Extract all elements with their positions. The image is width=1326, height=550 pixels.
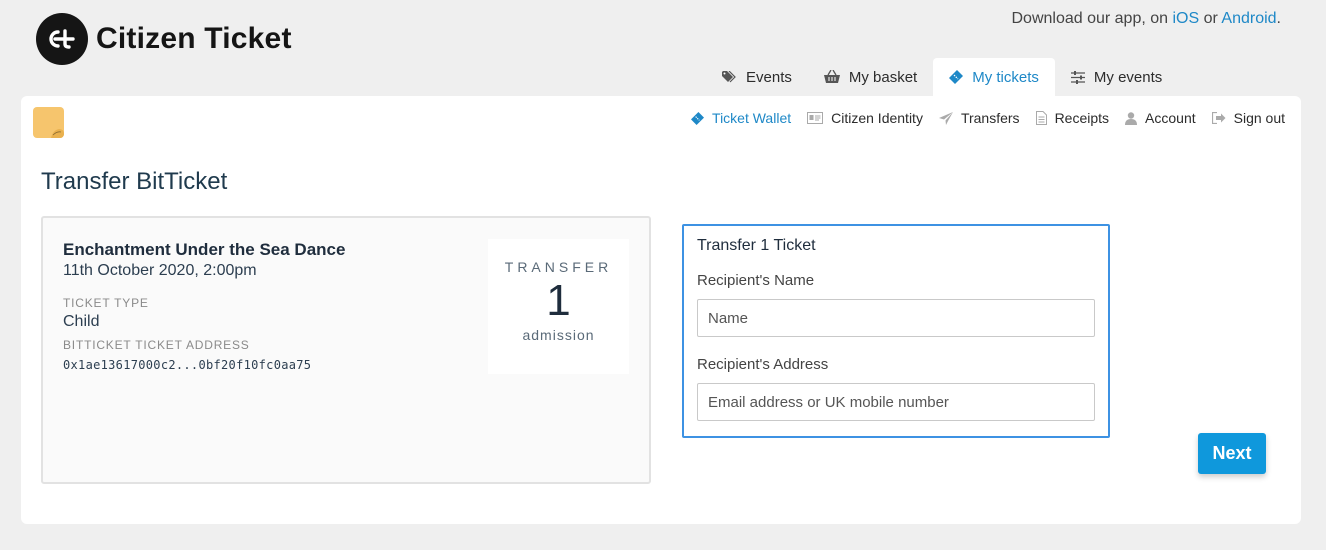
recipient-address-input[interactable] xyxy=(697,383,1095,421)
app-download-text: Download our app, on iOS or Android. xyxy=(1011,10,1281,28)
badge-admission-label: admission xyxy=(522,327,595,343)
subnav-citizen-identity[interactable]: Citizen Identity xyxy=(807,110,923,126)
transfer-form: Transfer 1 Ticket Recipient's Name Recip… xyxy=(682,224,1110,438)
brand-name: Citizen Ticket xyxy=(96,22,292,55)
subnav-transfers[interactable]: Transfers xyxy=(938,110,1020,126)
document-icon xyxy=(1035,111,1047,125)
subnav-ticket-wallet-label: Ticket Wallet xyxy=(712,110,792,126)
tab-my-basket[interactable]: My basket xyxy=(808,58,933,96)
ticket-type-label: TICKET TYPE xyxy=(63,296,149,310)
tab-my-events-label: My events xyxy=(1093,68,1163,86)
ticket-icon xyxy=(691,111,705,125)
subnav-account[interactable]: Account xyxy=(1125,110,1196,126)
id-card-icon xyxy=(807,112,824,124)
app-promo-suffix: . xyxy=(1276,10,1281,27)
event-name: Enchantment Under the Sea Dance xyxy=(63,240,346,259)
tab-events-label: Events xyxy=(746,68,792,86)
ticket-icon xyxy=(949,70,964,84)
tab-events[interactable]: Events xyxy=(706,58,808,96)
recipient-name-label: Recipient's Name xyxy=(697,272,815,289)
event-date: 11th October 2020, 2:00pm xyxy=(63,262,257,279)
tab-my-events[interactable]: My events xyxy=(1055,58,1178,96)
badge-count: 1 xyxy=(546,276,571,325)
subnav-account-label: Account xyxy=(1145,110,1196,126)
tags-icon xyxy=(722,70,736,82)
subnav-citizen-identity-label: Citizen Identity xyxy=(831,110,923,126)
main-card: Ticket Wallet Citizen Identity Transfers… xyxy=(21,96,1301,524)
subnav-receipts-label: Receipts xyxy=(1054,110,1110,126)
transfer-count-badge: TRANSFER 1 admission xyxy=(488,239,629,374)
app-promo-prefix: Download our app, on xyxy=(1011,10,1173,27)
android-link[interactable]: Android xyxy=(1221,10,1276,27)
subnav-sign-out-label: Sign out xyxy=(1233,110,1285,126)
account-subnav: Ticket Wallet Citizen Identity Transfers… xyxy=(675,110,1285,126)
ios-link[interactable]: iOS xyxy=(1172,10,1199,27)
badge-transfer-label: TRANSFER xyxy=(504,259,613,275)
ticket-type-value: Child xyxy=(63,313,100,330)
subnav-transfers-label: Transfers xyxy=(960,110,1020,126)
paper-plane-icon xyxy=(938,111,953,125)
recipient-address-label: Recipient's Address xyxy=(697,356,829,373)
sliders-icon xyxy=(1070,70,1085,84)
tab-my-tickets-label: My tickets xyxy=(972,68,1039,86)
app-promo-or: or xyxy=(1199,10,1222,27)
logo-mark-icon xyxy=(36,13,88,65)
main-tabs: Events My basket My tickets My events xyxy=(706,58,1178,96)
recipient-name-input[interactable] xyxy=(697,299,1095,337)
subnav-ticket-wallet[interactable]: Ticket Wallet xyxy=(691,110,791,126)
form-title: Transfer 1 Ticket xyxy=(697,237,816,254)
subnav-receipts[interactable]: Receipts xyxy=(1035,110,1110,126)
page-title: Transfer BitTicket xyxy=(41,168,228,195)
subnav-sign-out[interactable]: Sign out xyxy=(1211,110,1285,126)
ticket-summary-panel: Enchantment Under the Sea Dance 11th Oct… xyxy=(41,216,651,484)
user-icon xyxy=(1125,111,1138,125)
brand-logo[interactable]: Citizen Ticket xyxy=(36,13,292,65)
basket-icon xyxy=(823,70,840,83)
next-button[interactable]: Next xyxy=(1198,433,1266,474)
avatar[interactable] xyxy=(33,107,64,138)
sign-out-icon xyxy=(1211,112,1226,124)
tab-my-tickets[interactable]: My tickets xyxy=(933,58,1055,96)
ticket-address-label: BITTICKET TICKET ADDRESS xyxy=(63,338,250,352)
tab-my-basket-label: My basket xyxy=(848,68,918,86)
ticket-address-value: 0x1ae13617000c2...0bf20f10fc0aa75 xyxy=(63,358,312,372)
